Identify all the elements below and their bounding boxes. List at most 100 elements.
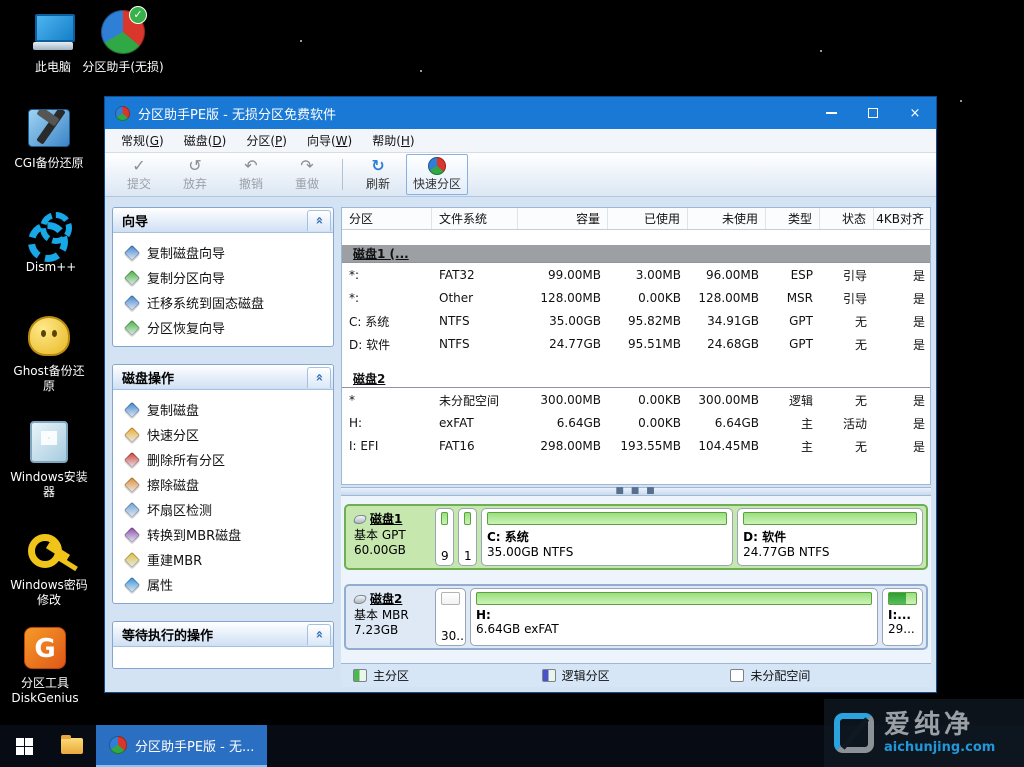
close-button[interactable]: × <box>898 100 932 126</box>
menu-item-W[interactable]: 向导(W) <box>297 129 362 152</box>
sidebar-item-label: 迁移系统到固态磁盘 <box>147 293 264 312</box>
collapse-chevron-icon[interactable]: « <box>307 624 331 645</box>
partition-cell: 0.00KB <box>608 393 688 407</box>
panel-header[interactable]: 等待执行的操作« <box>113 622 333 647</box>
minimize-button[interactable] <box>814 100 848 126</box>
disk-icon <box>353 515 368 524</box>
partition-cell: 是 <box>874 392 931 409</box>
sidebar-item-copy-disk[interactable]: 复制磁盘 <box>117 397 329 422</box>
partition-cell: 引导 <box>820 267 874 284</box>
partition-row[interactable]: I: EFIFAT16298.00MB193.55MB104.45MB主无是 <box>342 435 930 457</box>
sidebar-item-properties-info[interactable]: 属性 <box>117 572 329 597</box>
toolbar-button-label: 放弃 <box>183 175 207 192</box>
partition-row[interactable]: *:FAT3299.00MB3.00MB96.00MBESP引导是 <box>342 264 930 286</box>
desktop-icon-label: Windows安装器 <box>8 470 90 500</box>
toolbar-button-label: 撤销 <box>239 175 263 192</box>
partition-block[interactable]: C: 系统35.00GB NTFS <box>481 508 733 566</box>
legend-swatch <box>542 669 556 682</box>
partition-block-label: I:... <box>888 608 917 622</box>
partition-row[interactable]: *未分配空间300.00MB0.00KB300.00MB逻辑无是 <box>342 389 930 411</box>
disk-group-header[interactable]: 磁盘2 <box>342 370 930 388</box>
properties-info-icon <box>124 576 140 592</box>
computer-icon <box>31 12 75 52</box>
menu-item-P[interactable]: 分区(P) <box>236 129 297 152</box>
sidebar-item-label: 属性 <box>147 575 173 594</box>
partition-assistant-icon <box>101 10 145 54</box>
column-header[interactable]: 分区 <box>342 208 432 229</box>
partition-cell: 24.77GB <box>518 337 608 351</box>
used-fill <box>889 593 906 604</box>
maximize-button[interactable] <box>856 100 890 126</box>
sidebar-item-copy-disk-wizard[interactable]: 复制磁盘向导 <box>117 240 329 265</box>
column-header[interactable]: 状态 <box>820 208 874 229</box>
pending-operations-list <box>113 647 333 668</box>
taskbar-active-task[interactable]: 分区助手PE版 - 无... <box>96 725 267 767</box>
column-header[interactable]: 未使用 <box>688 208 766 229</box>
splitter-handle[interactable]: ■ ■ ■ <box>341 487 931 496</box>
panel-header[interactable]: 磁盘操作« <box>113 365 333 390</box>
file-explorer-button[interactable] <box>48 725 96 767</box>
desktop-icon-ghost[interactable]: Ghost备份还原 <box>8 310 90 394</box>
column-header[interactable]: 类型 <box>766 208 820 229</box>
sidebar-item-partition-recovery-wizard[interactable]: 分区恢复向导 <box>117 315 329 340</box>
desktop-icon-partition-assistant[interactable]: 分区助手(无损) <box>82 6 164 75</box>
start-button[interactable] <box>0 725 48 767</box>
partition-row[interactable]: H:exFAT6.64GB0.00KB6.64GB主活动是 <box>342 412 930 434</box>
desktop-icon-diskgenius[interactable]: G分区工具 DiskGenius <box>4 622 86 706</box>
toolbar-button-undo: ↶撤销 <box>223 154 279 195</box>
column-header[interactable]: 文件系统 <box>432 208 518 229</box>
collapse-chevron-icon[interactable]: « <box>307 367 331 388</box>
partition-cell: GPT <box>766 314 820 328</box>
partition-cell: 99.00MB <box>518 268 608 282</box>
panel-header[interactable]: 向导 « <box>113 208 333 233</box>
sidebar-item-copy-partition-wizard[interactable]: 复制分区向导 <box>117 265 329 290</box>
desktop-icon-dism[interactable]: Dism++ <box>10 206 92 275</box>
disk-map-磁盘2[interactable]: 磁盘2基本 MBR7.23GB30...H:6.64GB exFATI:...2… <box>344 584 928 650</box>
disk-group-header[interactable]: 磁盘1 (... <box>342 245 930 263</box>
desktop-icon-windows-installer[interactable]: Windows安装器 <box>8 416 90 500</box>
partition-row[interactable]: *:Other128.00MB0.00KB128.00MBMSR引导是 <box>342 287 930 309</box>
partition-block[interactable]: 30... <box>435 588 466 646</box>
sidebar-item-quick-partition[interactable]: 快速分区 <box>117 422 329 447</box>
legend-bar: 主分区逻辑分区未分配空间 <box>341 663 931 687</box>
partition-block[interactable]: D: 软件24.77GB NTFS <box>737 508 923 566</box>
partition-cell: 0.00KB <box>608 416 688 430</box>
menu-item-H[interactable]: 帮助(H) <box>362 129 424 152</box>
sidebar-item-bad-sector-check[interactable]: 坏扇区检测 <box>117 497 329 522</box>
partition-block[interactable]: 9 <box>435 508 454 566</box>
partition-cell: 主 <box>766 438 820 455</box>
menu-item-G[interactable]: 常规(G) <box>111 129 174 152</box>
sidebar-item-wipe-disk[interactable]: 擦除磁盘 <box>117 472 329 497</box>
partition-row[interactable]: C: 系统NTFS35.00GB95.82MB34.91GBGPT无是 <box>342 310 930 332</box>
sidebar-item-convert-to-mbr[interactable]: 转换到MBR磁盘 <box>117 522 329 547</box>
partition-block[interactable]: 1 <box>458 508 477 566</box>
toolbar-button-label: 刷新 <box>366 175 390 192</box>
desktop-icon-key[interactable]: Windows密码修改 <box>8 524 90 608</box>
partition-cell: 6.64GB <box>518 416 608 430</box>
panel-items: 复制磁盘向导复制分区向导迁移系统到固态磁盘分区恢复向导 <box>113 233 333 346</box>
panel-items: 复制磁盘快速分区删除所有分区擦除磁盘坏扇区检测转换到MBR磁盘重建MBR 属性 <box>113 390 333 603</box>
collapse-chevron-icon[interactable]: « <box>307 210 331 231</box>
disk-map-磁盘1[interactable]: 磁盘1基本 GPT60.00GB91C: 系统35.00GB NTFSD: 软件… <box>344 504 928 570</box>
desktop-icon-cgi-backup[interactable]: CGI备份还原 <box>8 102 90 171</box>
sidebar-item-label: 转换到MBR磁盘 <box>147 525 241 544</box>
partition-row[interactable]: D: 软件NTFS24.77GB95.51MB24.68GBGPT无是 <box>342 333 930 355</box>
rebuild-mbr-icon <box>124 551 140 567</box>
title-bar[interactable]: 分区助手PE版 - 无损分区免费软件 × <box>105 97 936 129</box>
sidebar-item-rebuild-mbr[interactable]: 重建MBR <box>117 547 329 572</box>
cgi-backup-icon <box>28 109 70 147</box>
toolbar-button-quick-partition-pie[interactable]: 快速分区 <box>406 154 468 195</box>
panel-title: 向导 <box>122 211 148 230</box>
copy-disk-wizard-icon <box>124 244 140 260</box>
toolbar-button-refresh[interactable]: ↻刷新 <box>350 154 406 195</box>
column-header[interactable]: 容量 <box>518 208 608 229</box>
column-header[interactable]: 已使用 <box>608 208 688 229</box>
sidebar-item-migrate-os-to-ssd[interactable]: 迁移系统到固态磁盘 <box>117 290 329 315</box>
desktop-icon-label: 分区助手(无损) <box>82 60 164 75</box>
partition-cell: H: <box>342 416 432 430</box>
partition-block[interactable]: H:6.64GB exFAT <box>470 588 878 646</box>
partition-block[interactable]: I:...29... <box>882 588 923 646</box>
sidebar-item-delete-all-partitions[interactable]: 删除所有分区 <box>117 447 329 472</box>
menu-item-D[interactable]: 磁盘(D) <box>174 129 237 152</box>
column-header[interactable]: 4KB对齐 <box>874 208 931 229</box>
